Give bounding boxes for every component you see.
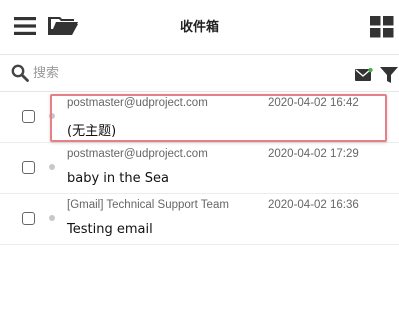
search-bar [0, 55, 399, 92]
message-subject: Testing email [67, 222, 153, 237]
message-time: 2020-04-02 16:42 [268, 97, 359, 109]
search-icon [11, 64, 29, 82]
message-subject: (无主题) [67, 124, 117, 139]
message-sender: [Gmail] Technical Support Team [67, 199, 229, 211]
grid-view-icon[interactable] [370, 16, 394, 38]
search-input[interactable] [33, 62, 333, 84]
page-title: 收件箱 [179, 20, 219, 35]
row-checkbox[interactable] [22, 212, 35, 225]
message-subject: baby in the Sea [67, 171, 169, 186]
message-sender: postmaster@udproject.com [67, 97, 208, 109]
unread-indicator [49, 164, 55, 170]
message-row[interactable]: postmaster@udproject.com 2020-04-02 16:4… [0, 92, 399, 143]
top-bar: 收件箱 [0, 0, 399, 55]
message-row[interactable]: [Gmail] Technical Support Team 2020-04-0… [0, 194, 399, 245]
unread-mail-icon[interactable] [355, 68, 373, 82]
row-checkbox[interactable] [22, 161, 35, 174]
unread-indicator [49, 215, 55, 221]
message-list: postmaster@udproject.com 2020-04-02 16:4… [0, 92, 399, 245]
row-checkbox[interactable] [22, 110, 35, 123]
unread-indicator [49, 113, 55, 119]
message-time: 2020-04-02 17:29 [268, 148, 359, 160]
message-time: 2020-04-02 16:36 [268, 199, 359, 211]
message-row[interactable]: postmaster@udproject.com 2020-04-02 17:2… [0, 143, 399, 194]
filter-icon[interactable] [380, 66, 398, 84]
message-sender: postmaster@udproject.com [67, 148, 208, 160]
